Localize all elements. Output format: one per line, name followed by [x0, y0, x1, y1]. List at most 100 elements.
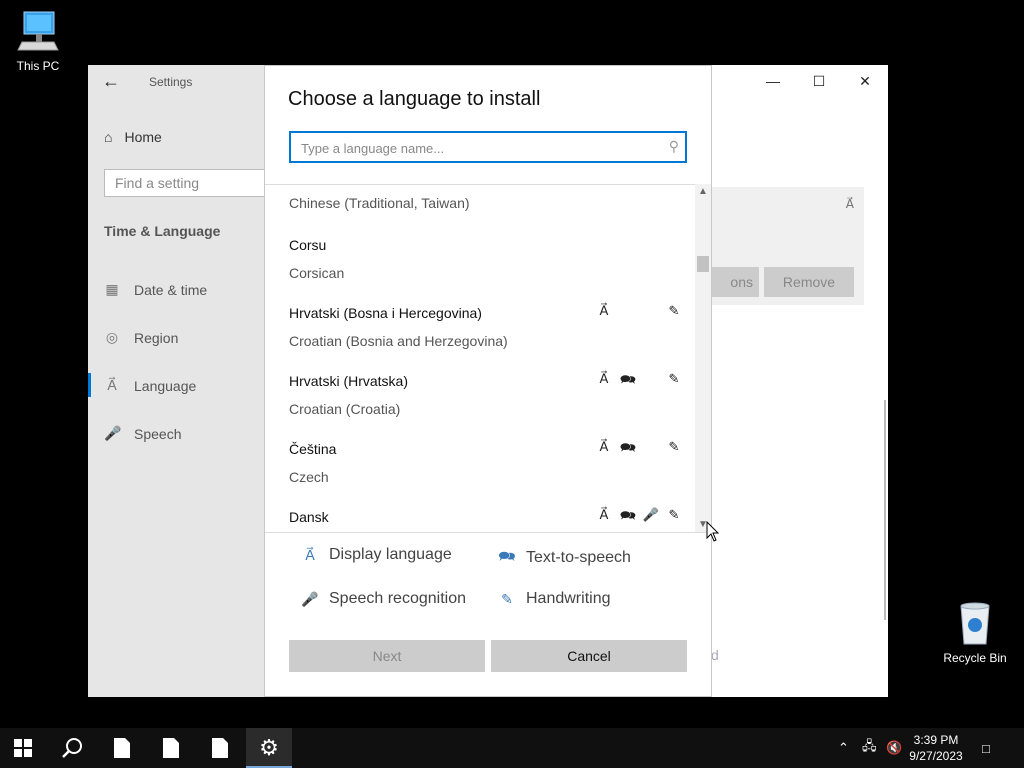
mouse-cursor-icon [706, 521, 720, 542]
text-to-speech-icon: 🗪 [498, 548, 516, 564]
language-icon: A⃗ [845, 197, 854, 211]
language-search-box[interactable]: ⚲ [289, 131, 687, 163]
list-divider [265, 532, 711, 533]
language-native-name: Dansk [289, 509, 329, 525]
microphone-icon: 🎤 [104, 425, 122, 441]
search-icon: ⚲ [668, 138, 679, 154]
document-icon [163, 738, 179, 758]
selected-indicator [88, 373, 91, 397]
handwriting-icon: ✎ [668, 507, 680, 522]
language-english-name: Czech [289, 469, 329, 485]
text-to-speech-icon: 🗪 [619, 440, 637, 455]
text-to-speech-icon: 🗪 [619, 508, 637, 523]
minimize-button[interactable]: — [750, 65, 796, 97]
clock[interactable]: 3:39 PM 9/27/2023 [906, 732, 966, 764]
dialog-title: Choose a language to install [288, 88, 541, 110]
legend-speech-recognition: 🎤 Speech recognition [301, 590, 466, 608]
taskbar: ⚙ ⌃ 🖧 🔇 3:39 PM 9/27/2023 □ [0, 728, 1024, 768]
remove-button[interactable]: Remove [764, 267, 854, 297]
window-title: Settings [149, 75, 193, 89]
language-list: Chinese (Traditional, Taiwan) Corsu Cors… [265, 184, 695, 533]
list-item[interactable]: Hrvatski (Bosna i Hercegovina) Croatian … [265, 303, 695, 373]
text-to-speech-icon: 🗪 [619, 372, 637, 387]
language-native-name: Čeština [289, 441, 337, 457]
list-item[interactable]: Chinese (Traditional, Taiwan) [265, 185, 695, 241]
start-button[interactable] [0, 728, 46, 768]
display-language-icon: A⃗ [599, 439, 609, 454]
taskbar-app-file-3[interactable] [197, 728, 243, 768]
document-icon [212, 738, 228, 758]
document-icon [114, 738, 130, 758]
nav-item-date-time[interactable]: ▦ Date & time [104, 281, 207, 298]
home-icon: ⌂ [104, 129, 113, 145]
minimize-icon: — [766, 73, 780, 89]
nav-item-language[interactable]: A⃗ Language [104, 377, 196, 394]
language-native-name: Hrvatski (Bosna i Hercegovina) [289, 305, 482, 321]
gear-icon: ⚙ [259, 735, 279, 760]
taskbar-app-file-2[interactable] [148, 728, 194, 768]
this-pc-desktop-icon[interactable]: This PC [0, 8, 76, 73]
back-arrow-icon[interactable]: ← [102, 71, 120, 92]
section-heading: Time & Language [104, 223, 221, 239]
handwriting-icon: ✎ [668, 303, 680, 318]
search-button[interactable] [49, 728, 95, 768]
legend-display-language: A⃗ Display language [301, 546, 452, 564]
link-fragment: d [711, 647, 719, 663]
windows-logo-icon [14, 739, 32, 757]
speech-recognition-icon: 🎤 [301, 590, 319, 607]
nav-item-label: Region [134, 329, 179, 346]
language-native-name: Corsu [289, 237, 327, 253]
display-language-icon: A⃗ [599, 371, 609, 386]
language-english-name: Croatian (Croatia) [289, 401, 401, 417]
nav-home[interactable]: ⌂ Home [104, 129, 162, 145]
next-button[interactable]: Next [289, 640, 485, 672]
tray-show-hidden[interactable]: ⌃ [838, 728, 849, 768]
chevron-up-icon: ⌃ [838, 740, 849, 755]
search-icon [62, 738, 82, 758]
computer-icon [17, 11, 59, 51]
action-center-button[interactable]: □ [982, 728, 990, 768]
maximize-button[interactable]: ☐ [796, 65, 842, 97]
cancel-button[interactable]: Cancel [491, 640, 687, 672]
nav-item-label: Speech [134, 425, 182, 442]
nav-home-label: Home [124, 129, 162, 145]
scrollbar-thumb[interactable] [697, 256, 709, 272]
language-english-name: Croatian (Bosnia and Herzegovina) [289, 333, 508, 349]
speech-recognition-icon: 🎤 [642, 507, 660, 522]
tray-network[interactable]: 🖧 [862, 728, 877, 768]
legend-text-to-speech: 🗪 Text-to-speech [498, 546, 631, 570]
list-item[interactable]: Čeština Czech A⃗ 🗪 ✎ [265, 439, 695, 509]
options-button[interactable]: ons [711, 267, 759, 297]
notification-icon: □ [982, 740, 990, 756]
nav-item-label: Language [134, 377, 197, 394]
handwriting-icon: ✎ [668, 439, 680, 454]
volume-muted-icon: 🔇 [886, 740, 903, 755]
recycle-bin-icon [960, 602, 990, 645]
legend-label: Handwriting [526, 590, 611, 607]
taskbar-app-file-1[interactable] [99, 728, 145, 768]
list-item[interactable]: Corsu Corsican [265, 237, 695, 305]
close-icon: ✕ [859, 72, 871, 89]
language-list-scrollbar[interactable]: ▲ ▼ [695, 184, 711, 532]
taskbar-app-settings[interactable]: ⚙ [246, 728, 292, 768]
network-icon: 🖧 [862, 738, 877, 753]
legend-label: Display language [329, 546, 452, 563]
list-item[interactable]: Dansk A⃗ 🗪 🎤 ✎ [265, 507, 695, 533]
language-search-input[interactable] [299, 137, 653, 159]
legend-handwriting: ✎ Handwriting [498, 590, 610, 608]
find-setting-input[interactable]: Find a setting [104, 169, 274, 197]
choose-language-dialog: Choose a language to install ⚲ Chinese (… [264, 65, 712, 697]
nav-item-region[interactable]: ◎ Region [104, 329, 178, 346]
scroll-up-arrow-icon[interactable]: ▲ [695, 186, 711, 197]
clock-date: 9/27/2023 [909, 749, 963, 763]
language-english-name: Corsican [289, 265, 345, 281]
legend-label: Text-to-speech [526, 549, 631, 566]
clock-time: 3:39 PM [913, 733, 959, 747]
nav-item-speech[interactable]: 🎤 Speech [104, 425, 181, 442]
close-button[interactable]: ✕ [842, 65, 888, 97]
page-scrollbar[interactable] [884, 400, 886, 620]
recycle-bin-desktop-icon[interactable]: Recycle Bin [937, 600, 1013, 665]
legend-label: Speech recognition [329, 590, 466, 607]
tray-volume[interactable]: 🔇 [886, 728, 902, 768]
list-item[interactable]: Hrvatski (Hrvatska) Croatian (Croatia) A… [265, 371, 695, 441]
